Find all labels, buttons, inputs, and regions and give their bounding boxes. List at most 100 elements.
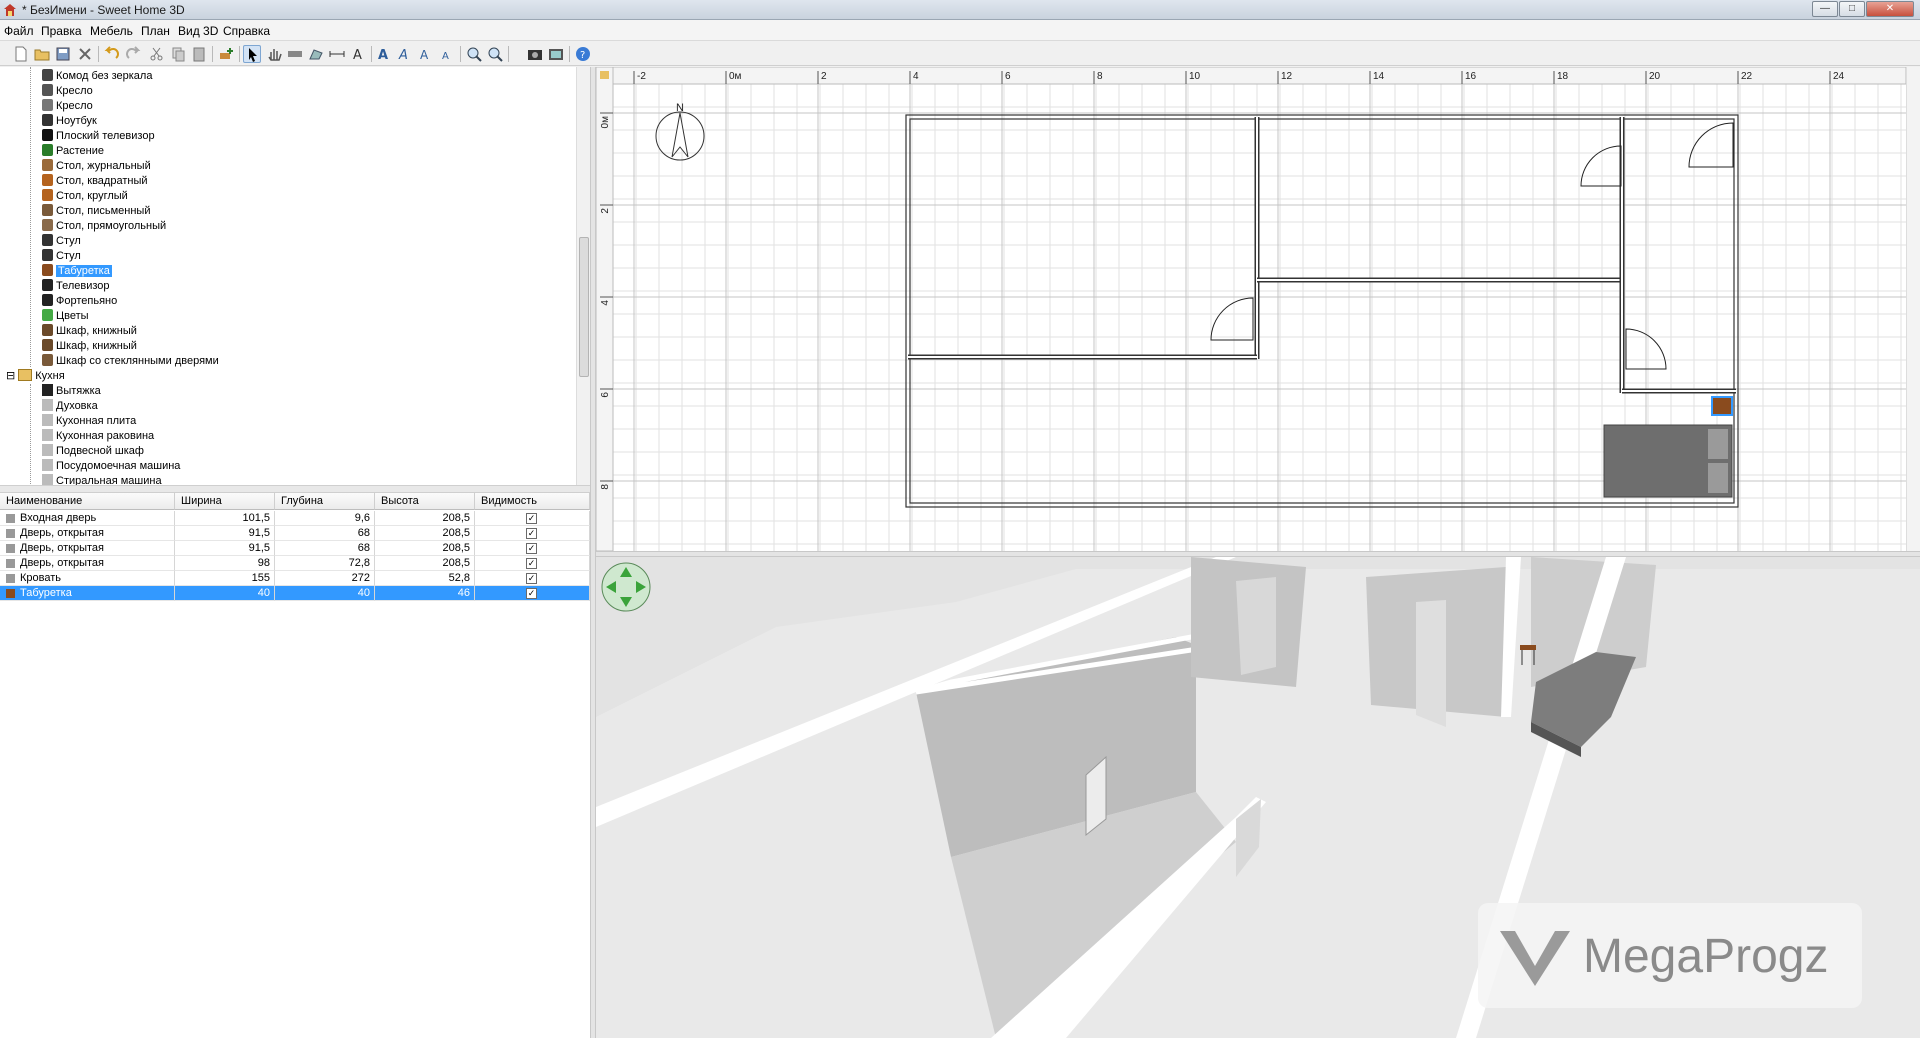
svg-text:A: A xyxy=(398,48,408,63)
menu-help[interactable]: Справка xyxy=(223,24,270,38)
minimize-button[interactable]: — xyxy=(1812,1,1838,17)
catalog-item[interactable]: Стол, квадратный xyxy=(42,174,148,189)
plan-view[interactable]: -2 0м 2 4 6 8 10 12 14 16 18 20 22 24 0м 2 4 6 8 N xyxy=(596,67,1920,551)
cut-icon[interactable] xyxy=(148,45,166,63)
catalog-item[interactable]: Стол, круглый xyxy=(42,189,128,204)
help-icon[interactable]: ? xyxy=(574,45,592,63)
table-row[interactable]: Дверь, открытая 98 72,8 208,5 ✓ xyxy=(0,556,590,571)
catalog-item-label: Фортепьяно xyxy=(56,295,118,307)
catalog-scrollbar[interactable] xyxy=(576,67,590,485)
close-button[interactable]: ✕ xyxy=(1866,1,1914,17)
menu-plan[interactable]: План xyxy=(141,24,170,38)
column-depth[interactable]: Глубина xyxy=(275,493,375,510)
add-furniture-icon[interactable] xyxy=(217,45,235,63)
catalog-item[interactable]: Духовка xyxy=(42,399,98,414)
add-text-icon[interactable]: A xyxy=(349,45,367,63)
plan-scrollbar[interactable] xyxy=(1906,67,1920,551)
catalog-item[interactable]: Кухонная раковина xyxy=(42,429,154,444)
pan-icon[interactable] xyxy=(265,45,283,63)
table-row[interactable]: Входная дверь 101,5 9,6 208,5 ✓ xyxy=(0,511,590,526)
zoom-out-icon[interactable] xyxy=(486,45,504,63)
select-icon[interactable] xyxy=(243,45,261,63)
cell-name: Кровать xyxy=(0,571,175,586)
increase-text-icon[interactable]: A xyxy=(396,45,414,63)
create-walls-icon[interactable] xyxy=(286,45,304,63)
text-style-icon[interactable]: A xyxy=(375,45,393,63)
menu-file[interactable]: Файл xyxy=(4,24,34,38)
catalog-splitter[interactable] xyxy=(0,485,590,493)
catalog-item[interactable]: Шкаф, книжный xyxy=(42,339,137,354)
open-icon[interactable] xyxy=(33,45,51,63)
navigation-arrows[interactable] xyxy=(601,562,651,612)
catalog-item[interactable]: Кухонная плита xyxy=(42,414,136,429)
catalog-item[interactable]: Кресло xyxy=(42,84,93,99)
paste-icon[interactable] xyxy=(190,45,208,63)
catalog-category[interactable]: ⊟ Кухня xyxy=(6,369,65,384)
catalog-item[interactable]: Плоский телевизор xyxy=(42,129,155,144)
decrease-text-icon[interactable]: A xyxy=(417,45,435,63)
cut-tool-icon[interactable] xyxy=(76,45,94,63)
zoom-in-icon[interactable] xyxy=(465,45,483,63)
undo-icon[interactable] xyxy=(103,45,121,63)
window-title: * БезИмени - Sweet Home 3D xyxy=(22,3,185,17)
ruler-label: 6 xyxy=(600,392,611,398)
copy-icon[interactable] xyxy=(169,45,187,63)
catalog-item[interactable]: Стол, письменный xyxy=(42,204,150,219)
new-file-icon[interactable] xyxy=(12,45,30,63)
catalog-item[interactable]: Комод без зеркала xyxy=(42,69,152,84)
menu-3d-view[interactable]: Вид 3D xyxy=(178,24,218,38)
table-row[interactable]: Дверь, открытая 91,5 68 208,5 ✓ xyxy=(0,541,590,556)
catalog-item[interactable]: Стол, журнальный xyxy=(42,159,151,174)
cell-height: 52,8 xyxy=(375,571,475,586)
cell-width: 91,5 xyxy=(175,541,275,556)
table-row[interactable]: Кровать 155 272 52,8 ✓ xyxy=(0,571,590,586)
catalog-item[interactable]: Стол, прямоугольный xyxy=(42,219,166,234)
catalog-item[interactable]: Цветы xyxy=(42,309,89,324)
create-dimensions-icon[interactable] xyxy=(328,45,346,63)
visibility-checkbox[interactable]: ✓ xyxy=(526,528,537,539)
catalog-item[interactable]: Стул xyxy=(42,234,81,249)
catalog-item[interactable]: Посудомоечная машина xyxy=(42,459,180,474)
table-row[interactable]: Табуретка 40 40 46 ✓ xyxy=(0,586,590,601)
visibility-checkbox[interactable]: ✓ xyxy=(526,573,537,584)
column-height[interactable]: Высота xyxy=(375,493,475,510)
maximize-button[interactable]: □ xyxy=(1839,1,1865,17)
create-rooms-icon[interactable] xyxy=(307,45,325,63)
furniture-icon xyxy=(6,559,15,568)
video-icon[interactable] xyxy=(547,45,565,63)
column-visibility[interactable]: Видимость xyxy=(475,493,590,510)
visibility-checkbox[interactable]: ✓ xyxy=(526,558,537,569)
catalog-item[interactable]: Растение xyxy=(42,144,104,159)
column-name[interactable]: Наименование xyxy=(0,493,175,510)
collapse-icon[interactable]: ⊟ xyxy=(6,370,15,382)
photo-icon[interactable] xyxy=(526,45,544,63)
catalog-item[interactable]: Шкаф со стеклянными дверями xyxy=(42,354,219,369)
furniture-catalog-tree[interactable]: Комод без зеркала Кресло Кресло Ноутбук Плос… xyxy=(0,67,576,485)
catalog-item[interactable]: Вытяжка xyxy=(42,384,101,399)
catalog-item[interactable]: Фортепьяно xyxy=(42,294,117,309)
scrollbar-thumb[interactable] xyxy=(579,237,589,377)
catalog-item[interactable]: Ноутбук xyxy=(42,114,97,129)
furniture-table: Наименование Ширина Глубина Высота Видим… xyxy=(0,493,590,1038)
catalog-item[interactable]: Стул xyxy=(42,249,81,264)
menu-furniture[interactable]: Мебель xyxy=(90,24,133,38)
catalog-item[interactable]: Кресло xyxy=(42,99,93,114)
catalog-item[interactable]: Стиральная машина xyxy=(42,474,162,485)
catalog-item[interactable]: Табуретка xyxy=(42,264,112,279)
plan-canvas[interactable]: -2 0м 2 4 6 8 10 12 14 16 18 20 22 240м2468 N xyxy=(596,67,1906,551)
visibility-checkbox[interactable]: ✓ xyxy=(526,543,537,554)
catalog-item[interactable]: Телевизор xyxy=(42,279,110,294)
table-row[interactable]: Дверь, открытая 91,5 68 208,5 ✓ xyxy=(0,526,590,541)
menu-edit[interactable]: Правка xyxy=(41,24,82,38)
text-smaller-icon[interactable]: A xyxy=(438,45,456,63)
column-width[interactable]: Ширина xyxy=(175,493,275,510)
visibility-checkbox[interactable]: ✓ xyxy=(526,513,537,524)
save-icon[interactable] xyxy=(54,45,72,63)
wall-cabinet-icon xyxy=(42,444,53,456)
tree-line xyxy=(30,67,31,367)
visibility-checkbox[interactable]: ✓ xyxy=(526,588,537,599)
redo-icon[interactable] xyxy=(124,45,142,63)
catalog-item[interactable]: Шкаф, книжный xyxy=(42,324,137,339)
catalog-item-label: Шкаф со стеклянными дверями xyxy=(56,355,219,367)
catalog-item[interactable]: Подвесной шкаф xyxy=(42,444,144,459)
